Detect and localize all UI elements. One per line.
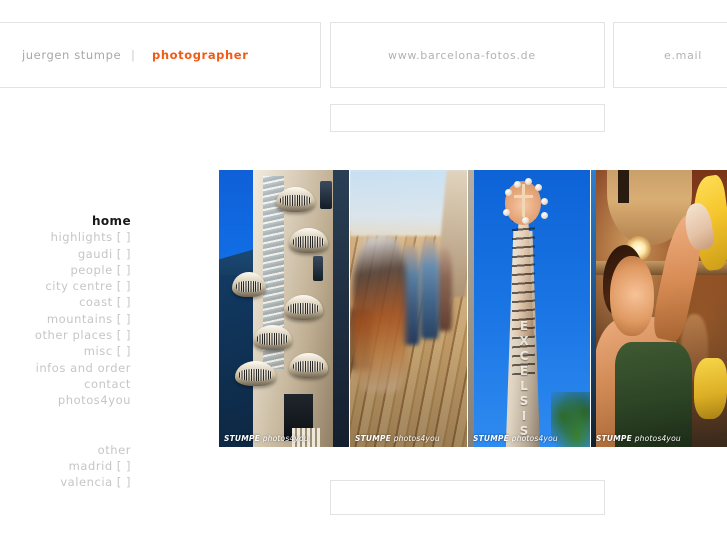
nav-label: coast	[79, 295, 113, 310]
nav-label: contact	[84, 376, 131, 391]
window-shape	[312, 255, 323, 281]
site-url-link[interactable]: www.barcelona-fotos.de	[388, 49, 536, 62]
watermark: STUMPE photos4you	[473, 434, 558, 443]
balcony-railing	[287, 302, 320, 315]
nav-brackets: [ ]	[116, 328, 131, 343]
nav-item-city-centre[interactable]: city centre[ ]	[0, 278, 131, 294]
gaudi-facade-scene	[219, 170, 349, 447]
nav-label: other	[97, 442, 131, 457]
crown-knob	[504, 189, 512, 197]
nav-label: home	[91, 214, 131, 228]
nav-brackets: [ ]	[116, 344, 131, 359]
nav-item-other-places[interactable]: other places[ ]	[0, 327, 131, 343]
photo-boardwalk-people[interactable]: STUMPE photos4you	[350, 170, 468, 447]
vendor-apron	[615, 341, 692, 447]
nav-label: madrid	[68, 458, 113, 473]
balcony-railing	[280, 194, 312, 206]
watermark: STUMPE photos4you	[224, 434, 309, 443]
watermark-suffix: photos4you	[262, 434, 309, 443]
balcony-railing	[293, 236, 325, 248]
nav-item-valencia[interactable]: valencia[ ]	[0, 474, 131, 490]
nav-brackets: [ ]	[116, 279, 131, 294]
nav-item-madrid[interactable]: madrid[ ]	[0, 458, 131, 474]
watermark-brand: STUMPE	[473, 434, 509, 443]
deck-shading	[350, 170, 467, 447]
nav-label: city centre	[45, 279, 113, 294]
watermark-suffix: photos4you	[511, 434, 558, 443]
nav-item-people[interactable]: people[ ]	[0, 262, 131, 278]
photo-sagrada-familia-spire[interactable]: EXCELSIS STUMPE photos4you	[468, 170, 591, 447]
main-navigation: home highlights[ ] gaudi[ ] people[ ] ci…	[0, 213, 131, 490]
nav-label: misc	[83, 344, 113, 359]
boardwalk-scene	[350, 170, 467, 447]
banana-bunch	[694, 358, 727, 420]
nav-item-highlights[interactable]: highlights[ ]	[0, 229, 131, 245]
nav-item-infos-and-order[interactable]: infos and order	[0, 360, 131, 376]
nav-label: mountains	[46, 311, 113, 326]
watermark: STUMPE photos4you	[596, 434, 681, 443]
nav-item-coast[interactable]: coast[ ]	[0, 294, 131, 310]
nav-item-mountains[interactable]: mountains[ ]	[0, 311, 131, 327]
crown-knob	[535, 183, 543, 191]
vendor-face	[610, 255, 654, 337]
nav-item-misc[interactable]: misc[ ]	[0, 343, 131, 359]
nav-label: valencia	[60, 475, 113, 490]
stall-edge	[591, 170, 597, 447]
brand-name: juergen stumpe	[22, 48, 122, 62]
nav-item-other[interactable]: other	[0, 442, 131, 458]
watermark-brand: STUMPE	[224, 434, 260, 443]
cross-vertical	[522, 183, 526, 218]
nav-brackets: [ ]	[116, 246, 131, 261]
balcony-railing	[293, 361, 325, 373]
photo-gaudi-facade[interactable]: STUMPE photos4you	[219, 170, 350, 447]
adjacent-tower-edge	[468, 170, 475, 447]
balcony-railing	[235, 280, 262, 292]
balcony-railing	[238, 369, 273, 381]
crown-knob	[541, 211, 549, 219]
nav-brackets: [ ]	[116, 230, 131, 245]
nav-brackets: [ ]	[116, 311, 131, 326]
footer-box	[330, 480, 605, 515]
photo-strip: STUMPE photos4you STUMPE photos4you EXCE…	[219, 170, 727, 447]
brand-role: photographer	[152, 48, 249, 62]
watermark: STUMPE photos4you	[355, 434, 440, 443]
nav-label: photos4you	[57, 393, 131, 408]
watermark-suffix: photos4you	[634, 434, 681, 443]
market-scene	[591, 170, 727, 447]
window-shape	[320, 181, 333, 209]
watermark-brand: STUMPE	[596, 434, 632, 443]
nav-brackets: [ ]	[116, 295, 131, 310]
nav-item-photos4you[interactable]: photos4you	[0, 392, 131, 408]
cross-horizontal	[514, 194, 533, 198]
header-lower-box	[330, 104, 605, 132]
balcony-railing	[256, 333, 288, 345]
nav-item-gaudi[interactable]: gaudi[ ]	[0, 246, 131, 262]
hanging-hook	[618, 170, 630, 204]
nav-brackets: [ ]	[116, 475, 131, 490]
nav-label: highlights	[50, 230, 113, 245]
nav-label: other places	[34, 328, 113, 343]
watermark-brand: STUMPE	[355, 434, 391, 443]
nav-label: people	[70, 262, 113, 277]
crown-knob	[541, 197, 549, 205]
nav-label: gaudi	[77, 246, 113, 261]
nav-brackets: [ ]	[116, 458, 131, 473]
nav-item-home[interactable]: home	[0, 213, 131, 229]
brand-separator: |	[131, 48, 136, 62]
spire-inscription: EXCELSIS	[516, 318, 531, 439]
nav-item-contact[interactable]: contact	[0, 376, 131, 392]
spire-scene: EXCELSIS	[468, 170, 590, 447]
email-link[interactable]: e.mail	[664, 49, 702, 62]
watermark-suffix: photos4you	[393, 434, 440, 443]
nav-label: infos and order	[35, 360, 131, 375]
nav-brackets: [ ]	[116, 262, 131, 277]
photo-market-vendor[interactable]: STUMPE photos4you	[591, 170, 727, 447]
crown-knob	[521, 217, 529, 225]
